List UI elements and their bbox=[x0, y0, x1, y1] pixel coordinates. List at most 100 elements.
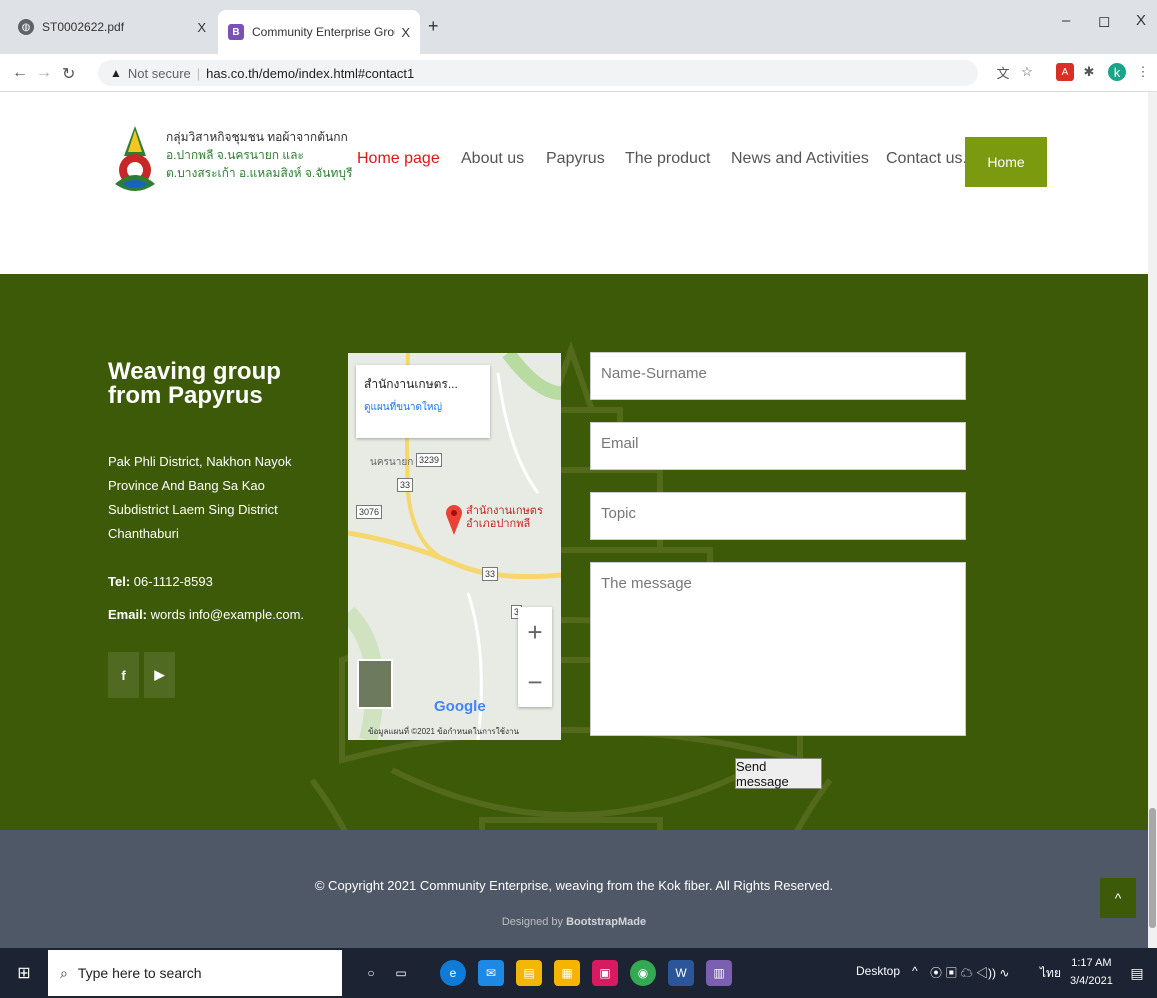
tab-title: Community Enterprise Group We bbox=[252, 25, 395, 39]
zoom-in-button[interactable]: + bbox=[518, 607, 552, 657]
chrome-icon[interactable]: ◉ bbox=[630, 960, 656, 986]
bootstrap-icon: B bbox=[228, 24, 244, 40]
road-shield: 3239 bbox=[416, 453, 443, 467]
road-shield: 33 bbox=[482, 567, 499, 581]
windows-taskbar: ⊞ ⌕ Type here to search ○ ▭ e ✉ ▤ ▦ ▣ ◉ … bbox=[0, 948, 1157, 998]
notification-center-icon[interactable]: ▤ bbox=[1124, 960, 1150, 986]
nav-home-page[interactable]: Home page bbox=[357, 150, 440, 168]
file-explorer-icon[interactable]: ▤ bbox=[516, 960, 542, 986]
tray-chevron-icon[interactable]: ^ bbox=[912, 964, 918, 978]
edge-icon[interactable]: e bbox=[440, 960, 466, 986]
road-shield: 33 bbox=[397, 478, 414, 492]
new-tab-button[interactable]: + bbox=[428, 16, 439, 37]
phone-label: Tel: bbox=[108, 574, 131, 589]
topic-input[interactable]: Topic bbox=[590, 492, 966, 540]
gift-app-icon[interactable]: ▣ bbox=[592, 960, 618, 986]
taskbar-search-placeholder: Type here to search bbox=[77, 965, 202, 981]
zoom-out-button[interactable]: − bbox=[518, 657, 552, 707]
desktop-toolbar-label[interactable]: Desktop bbox=[856, 964, 900, 978]
menu-dots-icon[interactable]: ⋮ bbox=[1134, 63, 1152, 81]
map-place-card: สำนักงานเกษตร... ดูแผนที่ขนาดใหญ่ bbox=[356, 365, 490, 438]
windows-start-icon[interactable]: ⊞ bbox=[0, 948, 48, 998]
scrollbar-thumb[interactable] bbox=[1149, 808, 1156, 928]
tray-icons[interactable]: ⦿ ▣ ☁ ◁)) ∿ bbox=[930, 964, 1009, 981]
clock-time: 1:17 AM bbox=[1071, 957, 1112, 969]
bookmark-star-icon[interactable]: ☆ bbox=[1018, 63, 1036, 81]
message-textarea[interactable]: The message bbox=[590, 562, 966, 736]
nav-contact-us[interactable]: Contact us. bbox=[886, 150, 967, 168]
map-place-title: สำนักงานเกษตร... bbox=[364, 377, 458, 391]
email-label: Email: bbox=[108, 607, 148, 622]
forward-icon[interactable]: → bbox=[36, 64, 52, 82]
browser-tab-bar: ◍ ST0002622.pdf X B Community Enterprise… bbox=[0, 0, 1157, 54]
store-icon[interactable]: ▦ bbox=[554, 960, 580, 986]
embedded-map[interactable]: สำนักงานเกษตร... ดูแผนที่ขนาดใหญ่ นครนาย… bbox=[348, 353, 561, 740]
app-icon[interactable]: ▥ bbox=[706, 960, 732, 986]
nav-papyrus[interactable]: Papyrus bbox=[546, 150, 605, 168]
site-header: กลุ่มวิสาหกิจชุมชน ทอผ้าจากต้นกก อ.ปากพล… bbox=[0, 92, 1148, 225]
map-pin-label-line: สำนักงานเกษตร bbox=[466, 505, 543, 517]
map-zoom-control: + − bbox=[518, 607, 552, 707]
org-address: Pak Phli District, Nakhon Nayok Province… bbox=[108, 454, 292, 541]
extensions-puzzle-icon[interactable]: ✱ bbox=[1080, 63, 1098, 81]
warning-icon: ▲ bbox=[110, 66, 122, 80]
nav-news-and-activities[interactable]: News and Activities bbox=[731, 150, 869, 168]
map-town-label: นครนายก bbox=[370, 457, 414, 468]
email-value: words info@example.com. bbox=[150, 607, 305, 622]
word-icon[interactable]: W bbox=[668, 960, 694, 986]
reload-icon[interactable]: ↻ bbox=[62, 64, 75, 84]
nav-the-product[interactable]: The product bbox=[625, 150, 710, 168]
taskbar-search-input[interactable]: ⌕ Type here to search bbox=[48, 950, 342, 996]
tab-pdf[interactable]: ◍ ST0002622.pdf X bbox=[8, 8, 216, 46]
close-tab-icon[interactable]: X bbox=[197, 20, 206, 35]
globe-icon: ◍ bbox=[18, 19, 34, 35]
map-pin-label: สำนักงานเกษตร อำเภอปากพลี bbox=[466, 505, 543, 531]
system-clock[interactable]: 1:17 AM 3/4/2021 bbox=[1070, 954, 1113, 990]
close-window-button[interactable]: X bbox=[1136, 12, 1146, 29]
cortana-icon[interactable]: ○ bbox=[358, 960, 384, 986]
task-view-icon[interactable]: ▭ bbox=[388, 960, 414, 986]
name-input[interactable]: Name-Surname bbox=[590, 352, 966, 400]
facebook-icon[interactable]: f bbox=[108, 652, 139, 698]
nav-about-us[interactable]: About us bbox=[461, 150, 524, 168]
google-logo: Google bbox=[434, 698, 486, 715]
profile-avatar[interactable]: k bbox=[1108, 63, 1126, 81]
credits-link[interactable]: BootstrapMade bbox=[566, 916, 646, 928]
satellite-toggle[interactable] bbox=[357, 659, 393, 709]
close-tab-icon[interactable]: X bbox=[401, 25, 410, 40]
tab-title: ST0002622.pdf bbox=[42, 20, 125, 34]
back-icon[interactable]: ← bbox=[12, 64, 28, 82]
site-footer: © Copyright 2021 Community Enterprise, w… bbox=[0, 830, 1148, 948]
url-text: has.co.th/demo/index.html#contact1 bbox=[206, 65, 415, 81]
map-pin-label-line: อำเภอปากพลี bbox=[466, 518, 531, 530]
phone-value: 06-1112-8593 bbox=[133, 574, 213, 589]
email-input[interactable]: Email bbox=[590, 422, 966, 470]
home-button[interactable]: Home bbox=[965, 137, 1047, 187]
road-shield: 3076 bbox=[356, 505, 383, 519]
logo-line: อ.ปากพลี จ.นครนายก และ bbox=[166, 148, 304, 162]
restore-button[interactable]: ◻ bbox=[1098, 12, 1110, 30]
map-attribution[interactable]: ข้อมูลแผนที่ ©2021 ข้อกำหนดในการใช้งาน bbox=[368, 725, 519, 738]
org-email: Email: words info@example.com. bbox=[108, 607, 304, 622]
divider: | bbox=[196, 65, 201, 81]
translate-icon[interactable]: 文 bbox=[994, 63, 1012, 81]
credits: Designed by BootstrapMade bbox=[0, 916, 1148, 928]
larger-map-link[interactable]: ดูแผนที่ขนาดใหญ่ bbox=[364, 400, 482, 415]
minimize-button[interactable]: – bbox=[1062, 12, 1070, 29]
copyright-text: © Copyright 2021 Community Enterprise, w… bbox=[314, 878, 834, 893]
pdf-extension-icon[interactable]: A bbox=[1056, 63, 1074, 81]
org-phone: Tel: 06-1112-8593 bbox=[108, 574, 213, 589]
credits-prefix: Designed by bbox=[501, 916, 564, 928]
tab-community-enterprise[interactable]: B Community Enterprise Group We X bbox=[218, 10, 420, 54]
logo-text: กลุ่มวิสาหกิจชุมชน ทอผ้าจากต้นกก อ.ปากพล… bbox=[166, 128, 352, 182]
page-scrollbar[interactable] bbox=[1148, 92, 1157, 948]
url-field[interactable]: ▲ Not secure | has.co.th/demo/index.html… bbox=[98, 60, 978, 86]
send-message-button[interactable]: Send message bbox=[735, 758, 822, 789]
language-indicator[interactable]: ไทย bbox=[1040, 964, 1061, 983]
youtube-icon[interactable]: ▶ bbox=[144, 652, 175, 698]
clock-date: 3/4/2021 bbox=[1070, 975, 1113, 987]
logo-icon bbox=[115, 126, 155, 191]
back-to-top-button[interactable]: ^ bbox=[1100, 878, 1136, 918]
mail-icon[interactable]: ✉ bbox=[478, 960, 504, 986]
security-label: Not secure bbox=[127, 65, 191, 81]
